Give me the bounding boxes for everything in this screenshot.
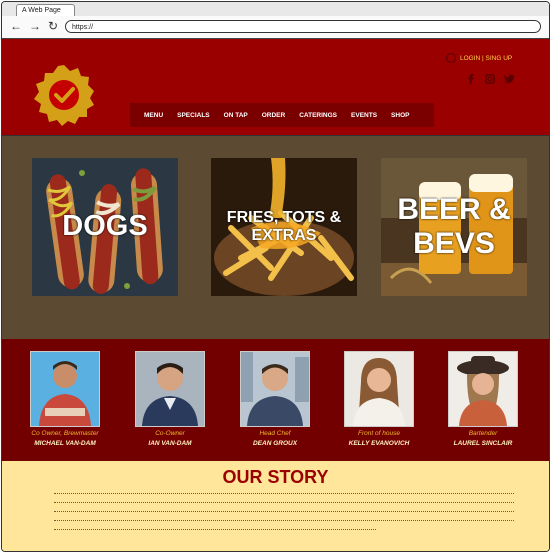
url-input[interactable]: https:// — [65, 20, 541, 33]
nav-item-specials[interactable]: SPECIALS — [177, 112, 210, 119]
team-section: Co Owner, Brewmaster MICHAEL VAN-DAM Co-… — [2, 339, 549, 462]
logo-badge-icon[interactable] — [32, 63, 96, 127]
member-name: MICHAEL VAN-DAM — [34, 440, 96, 447]
avatar — [448, 351, 518, 427]
back-icon[interactable]: ← — [10, 19, 22, 33]
instagram-icon[interactable] — [485, 71, 495, 84]
nav-item-shop[interactable]: SHOP — [391, 112, 409, 119]
login-label: LOGIN | SING UP — [460, 54, 513, 62]
nav-item-on-tap[interactable]: ON TAP — [224, 112, 248, 119]
team-member: Front of house KELLY EVANOVICH — [339, 351, 419, 447]
story-title: OUR STORY — [222, 467, 329, 487]
product-card-beer[interactable]: BEER & BEVS — [381, 158, 527, 296]
site-header: LOGIN | SING UP MENU SPECIALS ON TAP ORD… — [2, 39, 549, 135]
avatar — [30, 351, 100, 427]
team-member: Co-Owner IAN VAN-DAM — [130, 351, 210, 447]
main-nav: MENU SPECIALS ON TAP ORDER CATERINGS EVE… — [130, 103, 434, 127]
member-role: Head Chef — [259, 430, 291, 437]
member-role: Bartender — [468, 430, 498, 437]
member-name: LAUREL SINCLAIR — [453, 440, 513, 447]
product-label-fries: FRIES, TOTS & EXTRAS — [226, 208, 342, 244]
member-role: Front of house — [358, 430, 400, 437]
member-name: KELLY EVANOVICH — [348, 440, 410, 447]
nav-item-order[interactable]: ORDER — [262, 112, 285, 119]
forward-icon[interactable]: → — [29, 19, 41, 33]
login-link[interactable]: LOGIN | SING UP — [446, 53, 512, 63]
browser-window: A Web Page ← → ↻ https:// LOGIN | SING U… — [1, 1, 550, 552]
story-section: OUR STORY — [2, 461, 549, 551]
nav-item-menu[interactable]: MENU — [144, 112, 163, 119]
avatar — [135, 351, 205, 427]
facebook-icon[interactable] — [466, 71, 476, 84]
placeholder-text — [54, 493, 514, 538]
team-member: Bartender LAUREL SINCLAIR — [443, 351, 523, 447]
product-card-dogs[interactable]: DOGS — [32, 158, 178, 296]
user-icon — [446, 53, 456, 63]
address-bar: ← → ↻ https:// — [2, 16, 549, 39]
product-card-fries[interactable]: FRIES, TOTS & EXTRAS — [211, 158, 357, 296]
team-member: Head Chef DEAN GROUX — [235, 351, 315, 447]
avatar — [240, 351, 310, 427]
team-member: Co Owner, Brewmaster MICHAEL VAN-DAM — [25, 351, 105, 447]
tab-bar: A Web Page — [2, 2, 549, 17]
twitter-icon[interactable] — [503, 71, 515, 84]
product-categories: DOGS FRIES, TOTS & EXTRAS BEER & BEVS — [2, 135, 549, 340]
member-name: IAN VAN-DAM — [148, 440, 192, 447]
nav-item-caterings[interactable]: CATERINGS — [299, 112, 337, 119]
member-role: Co-Owner — [155, 430, 185, 437]
nav-item-events[interactable]: EVENTS — [351, 112, 377, 119]
avatar — [344, 351, 414, 427]
member-name: DEAN GROUX — [252, 440, 298, 447]
product-label-dogs: DOGS — [62, 210, 148, 243]
member-role: Co Owner, Brewmaster — [31, 430, 99, 437]
product-label-beer: BEER & BEVS — [397, 192, 511, 261]
social-links — [466, 71, 515, 84]
reload-icon[interactable]: ↻ — [48, 19, 58, 33]
